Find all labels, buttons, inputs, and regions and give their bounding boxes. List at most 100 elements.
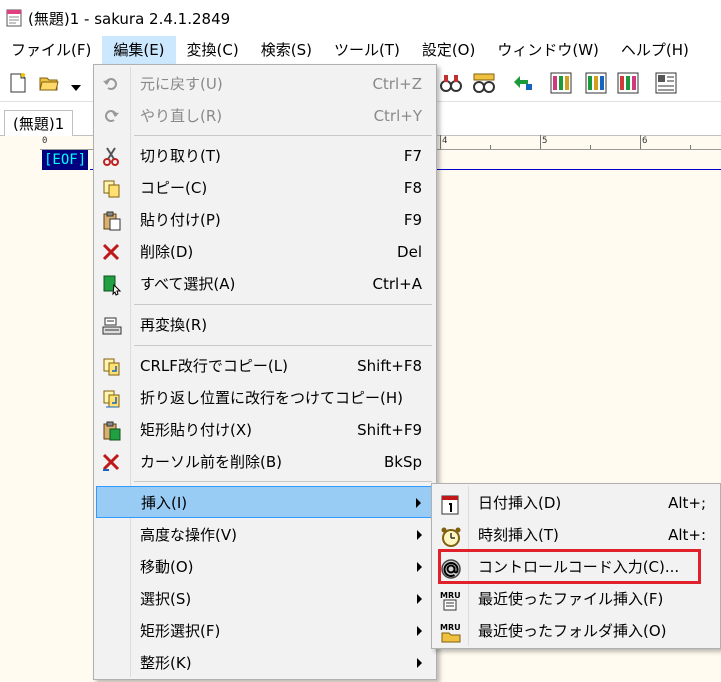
outline-icon[interactable] [585,72,607,94]
menu-item-delete[interactable]: 削除(D) Del [96,236,434,268]
copy-wrap-icon [102,389,122,409]
find-next-icon[interactable] [472,72,495,94]
menu-item-label: 整形(K) [140,654,192,672]
eof-marker: [EOF] [42,150,89,170]
menu-item-reconvert[interactable]: 再変換(R) [96,309,434,341]
menu-item-label: カーソル前を削除(B) [140,453,282,471]
menu-item-label: CRLF改行でコピー(L) [140,357,288,375]
paste-icon [102,211,122,231]
menu-item-label: 移動(O) [140,558,194,576]
menu-window[interactable]: ウィンドウ(W) [486,36,610,64]
menu-item-shortcut: BkSp [383,453,422,471]
ruler-tick [490,145,491,149]
ruler-tick [690,145,691,149]
ruler-zero: 0 [42,136,48,146]
menu-item-label: 矩形選択(F) [140,622,221,640]
menu-separator [134,345,432,346]
scissors-icon [102,147,122,167]
menu-item-label: 最近使ったフォルダ挿入(O) [478,622,667,640]
open-folder-icon[interactable] [38,72,60,94]
document-tab[interactable]: (無題)1 [4,110,74,136]
menu-item-select[interactable]: 選択(S) [96,583,434,615]
mru-label: MRU [440,591,461,600]
mru-file-icon: MRU [440,590,461,611]
mru-folder-icon: MRU [440,622,461,643]
ruler-label: 4 [442,136,448,146]
undo-icon [102,75,122,95]
menu-item-shortcut: Shift+F8 [357,357,422,375]
compare-icon[interactable] [550,72,572,94]
menu-item-label: すべて選択(A) [140,275,236,293]
menu-item-label: 元に戻す(U) [140,75,223,93]
menu-item-label: 切り取り(T) [140,147,221,165]
menu-item-label: 折り返し位置に改行をつけてコピー(H) [140,389,403,407]
menu-bar: ファイル(F) 編集(E) 変換(C) 検索(S) ツール(T) 設定(O) ウ… [0,36,721,64]
submenu-arrow-icon [417,562,422,572]
menu-settings[interactable]: 設定(O) [411,36,487,64]
menu-item-label: 削除(D) [140,243,194,261]
open-dropdown-icon[interactable] [70,78,82,91]
menu-file[interactable]: ファイル(F) [0,36,102,64]
delete-x-icon [102,243,122,263]
menu-item-label: 再変換(R) [140,316,208,334]
function-list-icon[interactable] [617,72,639,94]
tag-jump-icon[interactable] [510,72,532,94]
window-title: (無題)1 - sakura 2.4.1.2849 [28,9,231,28]
menu-item-insert-time[interactable]: 時刻挿入(T) Alt+: [434,519,718,551]
menu-item-label: やり直し(R) [140,107,223,125]
new-file-icon[interactable] [8,72,30,94]
menu-item-label: 矩形貼り付け(X) [140,421,252,439]
menu-item-cut[interactable]: 切り取り(T) F7 [96,140,434,172]
menu-search[interactable]: 検索(S) [250,36,323,64]
menu-item-copy[interactable]: コピー(C) F8 [96,172,434,204]
menu-item-shortcut: Del [397,243,422,261]
menu-item-shortcut: F9 [403,211,422,229]
menu-item-shortcut: Ctrl+Y [373,107,422,125]
menu-item-shortcut: F7 [403,147,422,165]
menu-item-copy-with-wrap[interactable]: 折り返し位置に改行をつけてコピー(H) [96,382,434,414]
copy-crlf-icon [102,357,122,377]
menu-item-label: コピー(C) [140,179,208,197]
menu-item-format[interactable]: 整形(K) [96,647,434,679]
menu-item-box-paste[interactable]: 矩形貼り付け(X) Shift+F9 [96,414,434,446]
menu-item-undo[interactable]: 元に戻す(U) Ctrl+Z [96,68,434,100]
menu-item-insert-recent-folder[interactable]: MRU 最近使ったフォルダ挿入(O) [434,615,718,647]
menu-item-label: 選択(S) [140,590,192,608]
reconvert-icon [102,316,122,336]
menu-item-insert-recent-file[interactable]: MRU 最近使ったファイル挿入(F) [434,583,718,615]
menu-item-shortcut: F8 [403,179,422,197]
menu-separator [134,135,432,136]
menu-tools[interactable]: ツール(T) [323,36,411,64]
menu-item-select-all[interactable]: すべて選択(A) Ctrl+A [96,268,434,300]
submenu-arrow-icon [417,626,422,636]
find-binoculars-icon[interactable] [440,72,462,94]
menu-item-redo[interactable]: やり直し(R) Ctrl+Y [96,100,434,132]
ruler-tick [590,145,591,149]
menu-item-paste[interactable]: 貼り付け(P) F9 [96,204,434,236]
menu-edit[interactable]: 編集(E) [102,36,176,64]
menu-item-insert[interactable]: 挿入(I) [96,486,434,518]
submenu-arrow-icon [417,594,422,604]
menu-help[interactable]: ヘルプ(H) [610,36,700,64]
submenu-arrow-icon [417,658,422,668]
menu-item-move[interactable]: 移動(O) [96,551,434,583]
calendar-icon [440,494,460,515]
menu-convert[interactable]: 変換(C) [176,36,250,64]
ruler-label: 6 [642,136,648,146]
menu-item-advanced[interactable]: 高度な操作(V) [96,519,434,551]
backspace-x-icon [102,453,122,473]
menu-item-insert-date[interactable]: 日付挿入(D) Alt+; [434,487,718,519]
menu-separator [134,304,432,305]
submenu-arrow-icon [417,530,422,540]
ruler-tick [540,135,541,149]
menu-item-shortcut: Alt+; [668,494,706,512]
menu-item-box-select[interactable]: 矩形選択(F) [96,615,434,647]
sakura-app-icon [6,9,22,27]
menu-item-label: 最近使ったファイル挿入(F) [478,590,664,608]
menu-item-copy-crlf[interactable]: CRLF改行でコピー(L) Shift+F8 [96,350,434,382]
window-list-icon[interactable] [655,72,677,94]
edit-menu: 元に戻す(U) Ctrl+Z やり直し(R) Ctrl+Y 切り取り(T) F7… [93,64,437,680]
title-bar: (無題)1 - sakura 2.4.1.2849 [0,0,721,36]
menu-item-delete-before-cursor[interactable]: カーソル前を削除(B) BkSp [96,446,434,478]
submenu-arrow-icon [416,498,421,508]
